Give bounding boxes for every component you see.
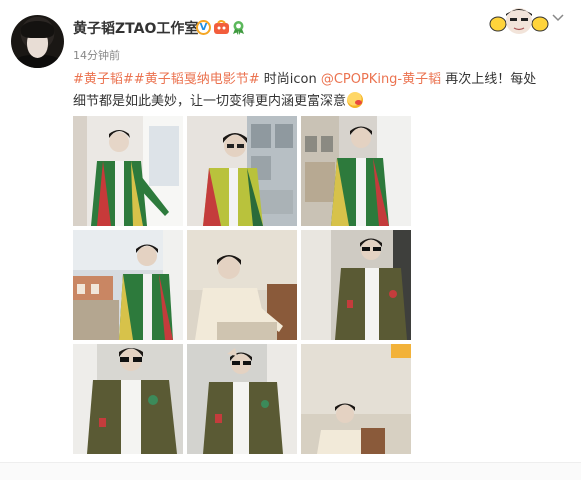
post-text: #黄子韬##黄子韬戛纳电影节# 时尚icon @CPOPKing-黄子韬 再次上…: [73, 69, 549, 113]
photo-grid: [73, 116, 411, 455]
weibo-post-card: 黄子韬ZTAO工作室 V 14分钟前 #黄子韬##黄子韬戛纳电影节# 时尚ico…: [0, 0, 581, 480]
photo-thumbnail[interactable]: [73, 230, 183, 340]
chevron-down-icon: [552, 14, 564, 22]
card-decoration-icon: [489, 8, 549, 34]
fire-badge-icon: [214, 20, 229, 34]
ribbon-badge-icon: [233, 21, 244, 35]
avatar-hair: [21, 21, 54, 38]
topic-link[interactable]: #黄子韬戛纳电影节#: [134, 72, 260, 87]
photo-image: [73, 344, 183, 454]
photo-image: [301, 230, 411, 340]
kiss-emoji-icon: [347, 92, 364, 108]
photo-thumbnail[interactable]: [301, 230, 411, 340]
photo-image: [301, 344, 411, 454]
mention-link[interactable]: @CPOPKing-黄子韬: [321, 72, 441, 87]
photo-image: [187, 230, 297, 340]
photo-image: [73, 230, 183, 340]
photo-thumbnail[interactable]: [187, 116, 297, 226]
photo-image: [187, 344, 297, 454]
photo-thumbnail[interactable]: [73, 116, 183, 226]
photo-image: [301, 116, 411, 226]
photo-thumbnail[interactable]: [187, 344, 297, 454]
photo-thumbnail[interactable]: [301, 344, 411, 454]
verified-badge-icon: V: [196, 20, 211, 35]
photo-thumbnail[interactable]: [301, 116, 411, 226]
photo-thumbnail[interactable]: [187, 230, 297, 340]
more-options-button[interactable]: [552, 14, 564, 25]
photo-thumbnail[interactable]: [73, 344, 183, 454]
photo-image: [187, 116, 297, 226]
topic-link[interactable]: #黄子韬#: [73, 72, 134, 87]
action-bar: [0, 462, 581, 480]
avatar[interactable]: [11, 15, 64, 68]
photo-image: [73, 116, 183, 226]
author-name[interactable]: 黄子韬ZTAO工作室: [73, 18, 198, 38]
post-timestamp[interactable]: 14分钟前: [73, 47, 120, 63]
post-text-segment: 时尚icon: [259, 72, 321, 87]
